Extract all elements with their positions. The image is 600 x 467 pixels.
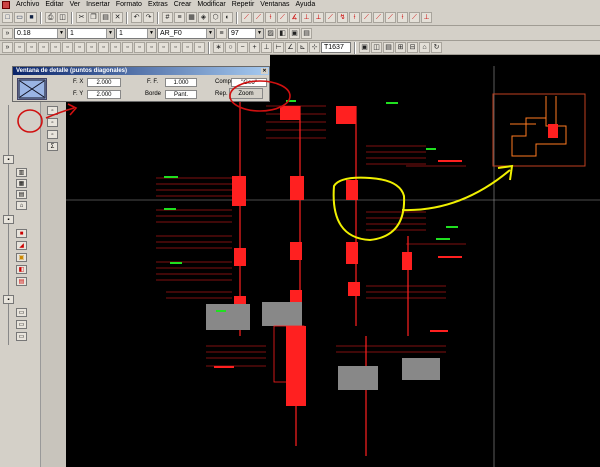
annotation-overlay [17, 80, 514, 242]
red-arrow-line [45, 107, 75, 119]
red-circle-zoom-field [229, 80, 291, 112]
red-circle-zoom-tool [17, 109, 43, 133]
yellow-arrow-line [401, 169, 511, 212]
yellow-circle [332, 176, 406, 242]
